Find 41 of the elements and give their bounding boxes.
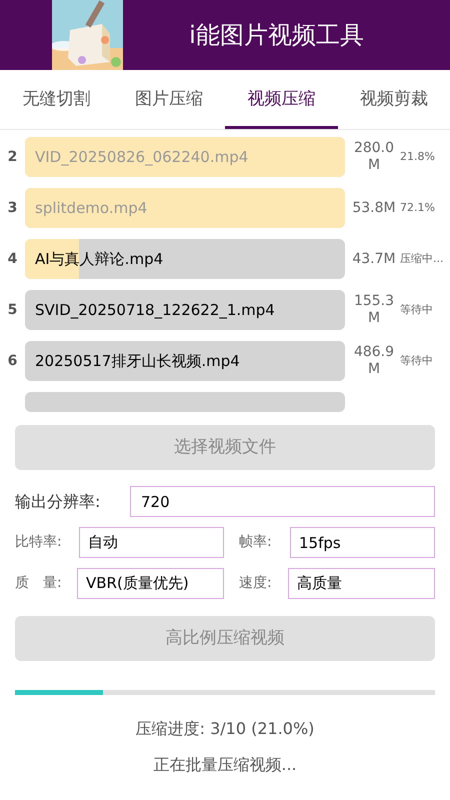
file-status: 21.8% — [400, 148, 435, 165]
resolution-field[interactable]: 720 — [130, 486, 435, 517]
file-name: VID_20250826_062240.mp4 — [35, 147, 248, 168]
file-bar[interactable] — [25, 392, 345, 412]
tab[interactable]: 图片压缩 — [112, 70, 225, 129]
row-number: 5 — [6, 300, 18, 320]
file-name: 20250517排牙山长视频.mp4 — [35, 351, 240, 372]
tab[interactable]: 无缝切割 — [0, 70, 112, 129]
tab[interactable]: 视频压缩 — [225, 70, 338, 129]
progress-text: 压缩进度: 3/10 (21.0%) — [136, 719, 314, 738]
file-bar[interactable]: SVID_20250718_122622_1.mp4 — [25, 290, 345, 330]
file-name: SVID_20250718_122622_1.mp4 — [35, 300, 275, 321]
row-number: 2 — [6, 148, 18, 166]
file-size: 155.3 M — [352, 293, 396, 327]
file-size: 280.0 M — [352, 140, 396, 174]
row-number: 4 — [6, 250, 18, 268]
bitrate-field[interactable]: 自动 — [79, 527, 224, 558]
file-size: 486.9 M — [352, 344, 396, 378]
field-label: 速度: — [239, 574, 273, 593]
file-status: 等待中 — [400, 352, 433, 369]
field-label: 帧率: — [239, 533, 273, 552]
speed-field[interactable]: 高质量 — [288, 568, 435, 599]
field-label: 输出分辨率: — [15, 490, 102, 512]
file-size: 43.7M — [351, 250, 397, 268]
file-status: 等待中 — [400, 302, 433, 318]
row-number: 3 — [6, 198, 18, 218]
field-label: 质 量: — [15, 574, 63, 593]
tab[interactable]: 视频剪裁 — [338, 70, 450, 129]
row-number: 6 — [6, 352, 18, 370]
file-bar[interactable]: 20250517排牙山长视频.mp4 — [25, 341, 345, 381]
file-size: 53.8M — [351, 200, 397, 216]
app-title: i能图片视频工具 — [188, 20, 365, 51]
file-bar[interactable]: AI与真人辩论.mp4 — [25, 239, 345, 279]
quality-field[interactable]: VBR(质量优先) — [77, 568, 224, 599]
field-label: 比特率: — [15, 533, 63, 552]
framerate-field[interactable]: 15fps — [290, 527, 435, 558]
file-name: AI与真人辩论.mp4 — [35, 249, 164, 270]
file-status: 72.1% — [400, 200, 435, 216]
file-status: 压缩中... — [400, 250, 444, 267]
file-name: splitdemo.mp4 — [35, 198, 148, 219]
status-message: 正在批量压缩视频... — [153, 755, 297, 774]
